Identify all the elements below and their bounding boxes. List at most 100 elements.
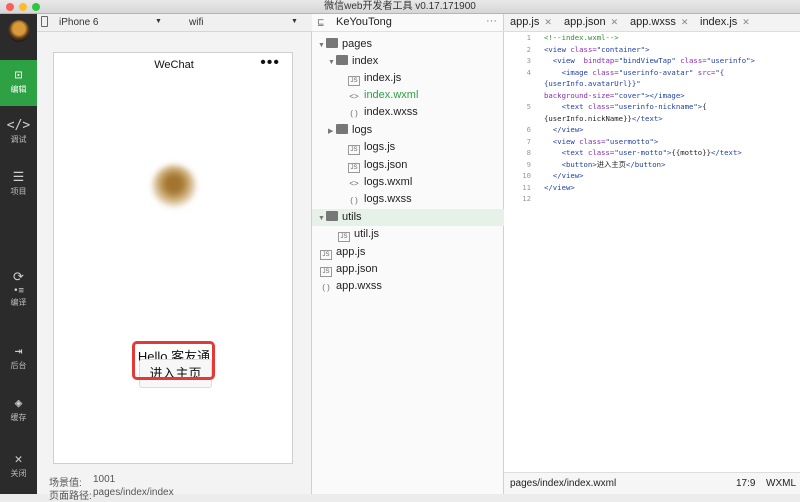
- more-options-icon[interactable]: •••: [260, 54, 280, 72]
- wxss-file-icon: ( ): [322, 283, 330, 292]
- compile-icon: ⟳: [13, 270, 24, 285]
- tree-toggle-icon[interactable]: ⊑: [317, 17, 325, 28]
- tree-item-index[interactable]: ▼ index: [312, 53, 504, 70]
- code-line: 1 <!--index.wxml-->: [526, 33, 619, 42]
- minimize-window-button[interactable]: [19, 3, 27, 11]
- tree-item-app-json[interactable]: JS app.json: [312, 261, 504, 278]
- folder-icon: [326, 211, 338, 221]
- sidebar-item-debug[interactable]: </> 调试: [0, 118, 37, 145]
- code-line: 9 <button>进入主页</button>: [526, 159, 666, 169]
- code-line: 5 <text class="userinfo-nickname">{: [526, 102, 707, 111]
- editor-tabs: app.js ✕ app.json ✕ app.wxss ✕ index.js ✕: [504, 14, 800, 32]
- code-line: 11 </view>: [522, 182, 575, 192]
- js-file-icon: JS: [348, 76, 360, 86]
- tree-item-app-js[interactable]: JS app.js: [312, 244, 504, 261]
- user-avatar[interactable]: [8, 20, 30, 42]
- code-line: 4 <image class="userinfo-avatar" src="{: [526, 67, 725, 77]
- code-line: {userInfo.nickName}}</text>: [544, 113, 663, 123]
- close-tab-icon[interactable]: ✕: [611, 17, 619, 27]
- simulator-panel: iPhone 6 ▼ wifi ▼ WeChat ••• Hello 客友通 进…: [37, 14, 312, 502]
- json-file-icon: JS: [348, 163, 360, 173]
- status-cursor-position: 17:9: [736, 478, 756, 489]
- wxss-file-icon: ( ): [350, 109, 358, 118]
- background-icon: ⇥: [14, 344, 23, 359]
- network-chevron-down-icon[interactable]: ▼: [291, 18, 298, 25]
- code-line: 10 </view>: [522, 171, 584, 180]
- code-line: 3 <view bindtap="bindViewTap" class="use…: [526, 56, 755, 65]
- compile-options-icon: •≡: [13, 286, 24, 296]
- close-tab-icon[interactable]: ✕: [742, 17, 750, 27]
- tree-item-index-js[interactable]: JS index.js: [312, 70, 504, 87]
- user-avatar-image: [152, 165, 196, 207]
- tree-item-utils[interactable]: ▼ utils: [312, 209, 504, 226]
- json-file-icon: JS: [320, 267, 332, 277]
- js-file-icon: JS: [348, 145, 360, 155]
- editor-status-bar: pages/index/index.wxml 17:9 WXML: [504, 472, 800, 494]
- sidebar-item-compile[interactable]: ⟳ •≡ 编译: [0, 270, 37, 308]
- status-file-path: pages/index/index.wxml: [510, 478, 617, 489]
- device-icon: [41, 16, 48, 27]
- tab-index-js[interactable]: index.js ✕: [700, 14, 750, 32]
- folder-icon: [326, 38, 338, 48]
- device-chevron-down-icon[interactable]: ▼: [155, 18, 162, 25]
- folder-icon: [336, 124, 348, 134]
- wxss-file-icon: ( ): [350, 196, 358, 205]
- title-bar: 微信web开发者工具 v0.17.171900: [0, 0, 800, 14]
- window-title: 微信web开发者工具 v0.17.171900: [324, 1, 476, 12]
- tree-item-logs[interactable]: ▶ logs: [312, 122, 504, 139]
- debug-icon: </>: [6, 118, 31, 133]
- code-line: background-size="cover"></image>: [544, 90, 685, 100]
- tree-item-index-wxml[interactable]: <> index.wxml: [312, 87, 504, 104]
- tree-item-logs-wxml[interactable]: <> logs.wxml: [312, 174, 504, 191]
- file-tree-header: ⊑ KeYouTong ···: [312, 14, 504, 32]
- path-value: pages/index/index: [93, 487, 174, 498]
- tab-app-json[interactable]: app.json ✕: [564, 14, 618, 32]
- js-file-icon: JS: [338, 232, 350, 242]
- left-sidebar: ⊡ 编辑 </> 调试 ☰ 项目 ⟳ •≡ 编译 ⇥ 后台 ◈ 缓存 ✕ 关闭: [0, 14, 37, 494]
- close-tab-icon[interactable]: ✕: [544, 17, 552, 27]
- zoom-window-button[interactable]: [32, 3, 40, 11]
- wxml-file-icon: <>: [349, 92, 359, 101]
- tree-item-index-wxss[interactable]: ( ) index.wxss: [312, 104, 504, 121]
- code-line: 2 <view class="container">: [526, 44, 650, 54]
- network-select[interactable]: wifi: [189, 17, 203, 28]
- js-file-icon: JS: [320, 250, 332, 260]
- menu-icon: ☰: [12, 170, 25, 185]
- close-window-button[interactable]: [6, 3, 14, 11]
- path-label: 页面路径:: [49, 491, 92, 502]
- close-tab-icon[interactable]: ✕: [681, 17, 689, 27]
- code-line: {userInfo.avatarUrl}}": [544, 79, 641, 88]
- code-line: 12: [522, 194, 531, 203]
- code-line: 7 <view class="usermotto">: [526, 136, 659, 146]
- tree-item-logs-wxss[interactable]: ( ) logs.wxss: [312, 191, 504, 208]
- code-line: 8 <text class="user-motto">{{motto}}</te…: [526, 148, 742, 157]
- highlight-box: [132, 341, 215, 380]
- tree-item-pages[interactable]: ▼ pages: [312, 36, 504, 53]
- tree-more-icon[interactable]: ···: [486, 15, 497, 27]
- layers-icon: ◈: [14, 396, 23, 411]
- sidebar-item-edit[interactable]: ⊡ 编辑: [0, 60, 37, 106]
- wxml-file-icon: <>: [349, 179, 359, 188]
- phone-screen: WeChat ••• Hello 客友通 进入主页: [53, 52, 293, 464]
- device-select[interactable]: iPhone 6: [59, 17, 98, 28]
- sidebar-item-cache[interactable]: ◈ 缓存: [0, 396, 37, 423]
- status-language[interactable]: WXML: [766, 473, 796, 495]
- tab-app-js[interactable]: app.js ✕: [510, 14, 552, 32]
- tab-app-wxss[interactable]: app.wxss ✕: [630, 14, 688, 32]
- folder-icon: [336, 55, 348, 65]
- close-icon: ✕: [14, 452, 23, 467]
- code-editor-panel: app.js ✕ app.json ✕ app.wxss ✕ index.js ✕ 1 <…: [504, 14, 800, 494]
- simulator-toolbar: iPhone 6 ▼ wifi ▼: [37, 14, 312, 32]
- sidebar-item-close[interactable]: ✕ 关闭: [0, 452, 37, 479]
- tree-item-logs-json[interactable]: JS logs.json: [312, 157, 504, 174]
- code-square-icon: ⊡: [14, 68, 23, 83]
- sidebar-item-background[interactable]: ⇥ 后台: [0, 344, 37, 371]
- tree-item-logs-js[interactable]: JS logs.js: [312, 139, 504, 156]
- code-line: 6 </view>: [526, 125, 584, 134]
- phone-nav-title: WeChat: [154, 59, 194, 71]
- sidebar-item-project[interactable]: ☰ 项目: [0, 170, 37, 197]
- tree-item-util-js[interactable]: JS util.js: [312, 226, 504, 243]
- tree-item-app-wxss[interactable]: ( ) app.wxss: [312, 278, 504, 295]
- file-tree-panel: ⊑ KeYouTong ··· ▼ pages ▼ index JS index.js…: [312, 14, 504, 494]
- scene-value: 1001: [93, 474, 116, 485]
